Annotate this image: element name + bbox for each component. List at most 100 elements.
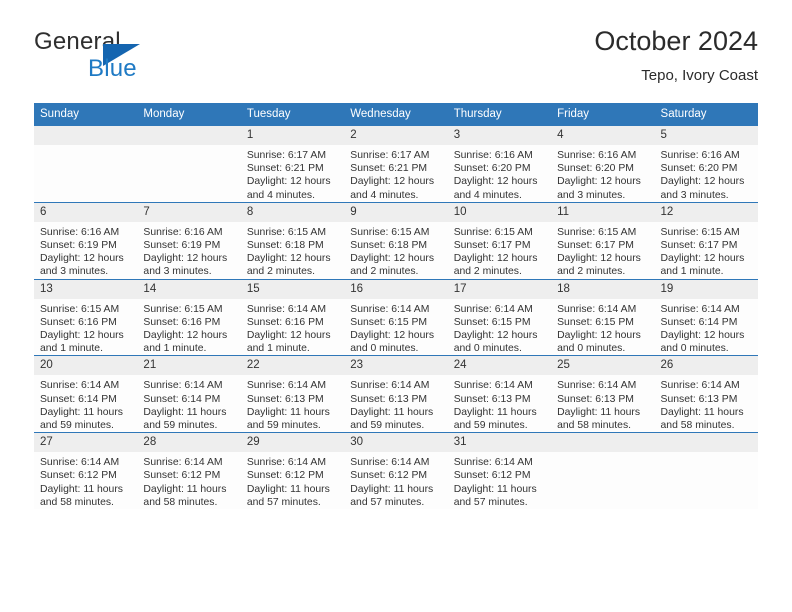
day-cell[interactable]: 29 Sunrise: 6:14 AM Sunset: 6:12 PM Dayl… [240, 432, 345, 510]
day-cell[interactable]: 6 Sunrise: 6:16 AM Sunset: 6:19 PM Dayli… [34, 201, 138, 280]
daylight-text-line2: and 1 minute. [246, 343, 310, 355]
day-details: Sunrise: 6:14 AM Sunset: 6:13 PM Dayligh… [448, 375, 551, 432]
daylight-text-line2: and 3 minutes. [143, 266, 212, 278]
sunrise-text: Sunrise: 6:14 AM [350, 457, 430, 469]
day-cell[interactable]: 28 Sunrise: 6:14 AM Sunset: 6:12 PM Dayl… [137, 432, 241, 510]
daylight-text-line1: Daylight: 12 hours [40, 330, 124, 342]
day-details: Sunrise: 6:14 AM Sunset: 6:12 PM Dayligh… [34, 452, 137, 509]
day-cell[interactable]: 1 Sunrise: 6:17 AM Sunset: 6:21 PM Dayli… [240, 125, 345, 203]
daylight-text-line2: and 59 minutes. [453, 420, 528, 432]
daylight-text-line2: and 0 minutes. [350, 343, 419, 355]
daylight-text-line2: and 58 minutes. [660, 420, 735, 432]
sunset-text: Sunset: 6:18 PM [246, 240, 324, 252]
weekday-header-wednesday: Wednesday [344, 103, 448, 126]
week-row: 13 Sunrise: 6:15 AM Sunset: 6:16 PM Dayl… [34, 278, 758, 356]
day-cell[interactable]: 27 Sunrise: 6:14 AM Sunset: 6:12 PM Dayl… [34, 432, 138, 510]
day-cell[interactable]: 10 Sunrise: 6:15 AM Sunset: 6:17 PM Dayl… [447, 201, 552, 280]
day-cell[interactable]: 7 Sunrise: 6:16 AM Sunset: 6:19 PM Dayli… [137, 201, 241, 280]
weekday-header-saturday: Saturday [654, 103, 758, 126]
daylight-text-line1: Daylight: 11 hours [246, 483, 330, 495]
day-cell[interactable]: 8 Sunrise: 6:15 AM Sunset: 6:18 PM Dayli… [240, 201, 345, 280]
daylight-text-line2: and 2 minutes. [557, 266, 626, 278]
day-cell[interactable]: 22 Sunrise: 6:14 AM Sunset: 6:13 PM Dayl… [240, 355, 345, 433]
day-cell[interactable]: 12 Sunrise: 6:15 AM Sunset: 6:17 PM Dayl… [654, 201, 758, 280]
daylight-text-line1: Daylight: 11 hours [453, 483, 537, 495]
daylight-text-line1: Daylight: 12 hours [246, 176, 331, 188]
day-number: 16 [344, 279, 448, 299]
daylight-text-line1: Daylight: 12 hours [246, 330, 331, 342]
day-cell[interactable]: 2 Sunrise: 6:17 AM Sunset: 6:21 PM Dayli… [344, 125, 448, 203]
sunrise-text: Sunrise: 6:14 AM [143, 457, 223, 469]
daylight-text-line1: Daylight: 12 hours [660, 176, 745, 188]
daylight-text-line2: and 59 minutes. [350, 420, 425, 432]
sunset-text: Sunset: 6:13 PM [660, 393, 738, 405]
sunset-text: Sunset: 6:12 PM [143, 470, 221, 482]
daylight-text-line1: Daylight: 12 hours [453, 253, 538, 265]
sunset-text: Sunset: 6:18 PM [350, 240, 428, 252]
weekday-header-friday: Friday [551, 103, 655, 126]
day-cell[interactable]: 16 Sunrise: 6:14 AM Sunset: 6:15 PM Dayl… [344, 278, 448, 356]
sunrise-text: Sunrise: 6:17 AM [246, 150, 326, 161]
brand-logo[interactable]: General Blue [34, 28, 264, 90]
day-number: 29 [240, 433, 345, 453]
daylight-text-line1: Daylight: 11 hours [660, 406, 744, 418]
daylight-text-line1: Daylight: 12 hours [557, 330, 641, 342]
day-number: 20 [34, 356, 138, 376]
sunset-text: Sunset: 6:14 PM [40, 393, 117, 405]
day-cell[interactable]: 26 Sunrise: 6:14 AM Sunset: 6:13 PM Dayl… [654, 355, 758, 433]
day-cell[interactable]: 25 Sunrise: 6:14 AM Sunset: 6:13 PM Dayl… [551, 355, 655, 433]
day-cell[interactable]: 20 Sunrise: 6:14 AM Sunset: 6:14 PM Dayl… [34, 355, 138, 433]
day-cell[interactable] [551, 432, 655, 510]
day-details: Sunrise: 6:16 AM Sunset: 6:20 PM Dayligh… [551, 145, 654, 202]
calendar-table: Sunday Monday Tuesday Wednesday Thursday… [34, 103, 758, 510]
day-details: Sunrise: 6:14 AM Sunset: 6:12 PM Dayligh… [448, 452, 551, 509]
day-details: Sunrise: 6:16 AM Sunset: 6:19 PM Dayligh… [34, 222, 137, 279]
day-cell[interactable]: 14 Sunrise: 6:15 AM Sunset: 6:16 PM Dayl… [137, 278, 241, 356]
daylight-text-line1: Daylight: 11 hours [453, 406, 537, 418]
sunset-text: Sunset: 6:13 PM [557, 393, 634, 405]
day-cell[interactable]: 19 Sunrise: 6:14 AM Sunset: 6:14 PM Dayl… [654, 278, 758, 356]
sunrise-text: Sunrise: 6:14 AM [660, 380, 740, 392]
day-cell[interactable]: 31 Sunrise: 6:14 AM Sunset: 6:12 PM Dayl… [447, 432, 552, 510]
day-cell[interactable]: 9 Sunrise: 6:15 AM Sunset: 6:18 PM Dayli… [344, 201, 448, 280]
day-cell[interactable] [137, 125, 241, 203]
brand-name-blue: Blue [88, 55, 137, 82]
daylight-text-line2: and 1 minute. [40, 343, 103, 355]
daylight-text-line1: Daylight: 11 hours [350, 483, 434, 495]
day-cell[interactable] [654, 432, 758, 510]
day-cell[interactable]: 21 Sunrise: 6:14 AM Sunset: 6:14 PM Dayl… [137, 355, 241, 433]
daylight-text-line2: and 3 minutes. [40, 266, 109, 278]
day-details: Sunrise: 6:15 AM Sunset: 6:17 PM Dayligh… [551, 222, 654, 279]
day-cell[interactable]: 5 Sunrise: 6:16 AM Sunset: 6:20 PM Dayli… [654, 125, 758, 203]
day-cell[interactable]: 3 Sunrise: 6:16 AM Sunset: 6:20 PM Dayli… [447, 125, 552, 203]
day-cell[interactable] [34, 125, 138, 203]
day-cell[interactable]: 13 Sunrise: 6:15 AM Sunset: 6:16 PM Dayl… [34, 278, 138, 356]
day-details: Sunrise: 6:14 AM Sunset: 6:13 PM Dayligh… [551, 375, 654, 432]
day-cell[interactable]: 18 Sunrise: 6:14 AM Sunset: 6:15 PM Dayl… [551, 278, 655, 356]
day-cell[interactable]: 24 Sunrise: 6:14 AM Sunset: 6:13 PM Dayl… [447, 355, 552, 433]
day-number: 23 [344, 356, 448, 376]
day-cell[interactable]: 30 Sunrise: 6:14 AM Sunset: 6:12 PM Dayl… [344, 432, 448, 510]
day-cell[interactable]: 11 Sunrise: 6:15 AM Sunset: 6:17 PM Dayl… [551, 201, 655, 280]
day-cell[interactable]: 15 Sunrise: 6:14 AM Sunset: 6:16 PM Dayl… [240, 278, 345, 356]
sunset-text: Sunset: 6:16 PM [40, 316, 117, 328]
day-details: Sunrise: 6:14 AM Sunset: 6:12 PM Dayligh… [137, 452, 240, 509]
day-number: 18 [551, 279, 655, 299]
page-title: October 2024 [594, 26, 758, 56]
day-details: Sunrise: 6:14 AM Sunset: 6:14 PM Dayligh… [655, 299, 758, 356]
daylight-text-line2: and 0 minutes. [557, 343, 626, 355]
day-number: 9 [344, 202, 448, 222]
daylight-text-line2: and 0 minutes. [660, 343, 729, 355]
day-cell[interactable]: 17 Sunrise: 6:14 AM Sunset: 6:15 PM Dayl… [447, 278, 552, 356]
day-details: Sunrise: 6:15 AM Sunset: 6:16 PM Dayligh… [137, 299, 240, 356]
day-details: Sunrise: 6:15 AM Sunset: 6:18 PM Dayligh… [344, 222, 447, 279]
day-number: 4 [551, 126, 655, 145]
daylight-text-line1: Daylight: 12 hours [453, 176, 538, 188]
day-cell[interactable]: 4 Sunrise: 6:16 AM Sunset: 6:20 PM Dayli… [551, 125, 655, 203]
daylight-text-line2: and 2 minutes. [246, 266, 316, 278]
daylight-text-line1: Daylight: 11 hours [40, 483, 123, 495]
daylight-text-line2: and 58 minutes. [557, 420, 632, 432]
day-number: 17 [447, 279, 552, 299]
day-number [137, 126, 241, 145]
day-cell[interactable]: 23 Sunrise: 6:14 AM Sunset: 6:13 PM Dayl… [344, 355, 448, 433]
